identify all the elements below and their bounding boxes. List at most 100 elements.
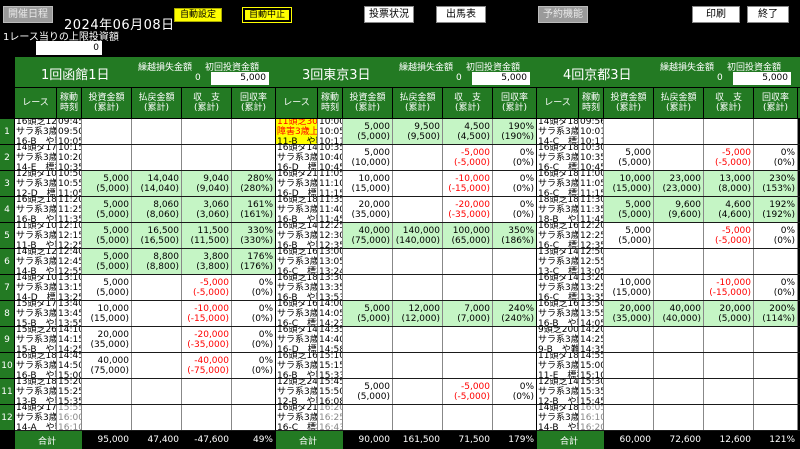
race-row[interactable]: 13頭ダ1400サラ系3歳13-C 標準12:5012:5513:05 [537, 249, 800, 275]
race-row[interactable]: 16頭芝1400サラ系3歳16-B や難12:2512:3012:3540,00… [276, 223, 537, 249]
race-info[interactable]: 16頭芝1400サラ系3歳16-B や難 [276, 223, 318, 248]
race-row[interactable]: 16頭芝1600サラ系3歳上16-B や難15:1015:1515:33 [276, 353, 537, 379]
race-info[interactable]: 13頭芝1800サラ系3歳上13-B や難 [15, 379, 57, 404]
race-row[interactable]: 14頭芝1200サラ系3歳14-B や難12:4012:4512:555,000… [15, 249, 276, 275]
race-info[interactable]: 16頭芝1600サラ系3歳16-C 標準 [276, 249, 318, 274]
balance-value: 7,000 [464, 303, 490, 314]
race-row[interactable]: 16頭ダ1400サラ系3歳上16-D 標準14:3514:4014:58 [276, 327, 537, 353]
race-info[interactable]: 12頭ダ1000サラ系3歳12-D 標準 [15, 171, 57, 196]
payout-cell [654, 405, 704, 430]
race-row[interactable]: 16頭芝1600サラ系3歳16-C 標準12:2012:2512:355,000… [537, 223, 800, 249]
race-time: 12:15 [58, 230, 82, 241]
race-time: 11:45 [319, 214, 343, 223]
race-info[interactable]: 18頭芝1800サラ系3歳18-B や難 [537, 197, 579, 222]
race-info[interactable]: 15頭ダ1700サラ系3歳上15-B や難 [15, 301, 57, 326]
race-row[interactable]: 12頭芝1400サラ系3歳上12-B や難15:3015:3515:45 [537, 379, 800, 405]
race-row[interactable]: 11頭ダ1800サラ系3歳上11-E 標準14:5515:0015:10 [537, 353, 800, 379]
exit-button[interactable]: 終了 [747, 6, 789, 23]
race-info[interactable]: 16頭ダ1600サラ系3歳上16-C 標準 [276, 301, 318, 326]
init-input[interactable]: 5,000 [733, 72, 791, 85]
race-row[interactable]: 16頭ダ1600サラ系3歳上16-C 標準14:0014:0514:235,00… [276, 301, 537, 327]
race-info[interactable]: 14頭ダ1800サラ系3歳上14-B や難 [537, 405, 579, 430]
race-info[interactable]: 16頭芝1600サラ系3歳上16-B や難 [276, 353, 318, 378]
race-row[interactable]: 14頭ダ1800サラ系3歳14-C 標準09:5610:0110:11 [537, 119, 800, 145]
race-row[interactable]: 16頭芝1600サラ系3歳上16-B や難13:5013:5514:0520,0… [537, 301, 800, 327]
race-info[interactable]: 16頭芝1600サラ系3歳上16-B や難 [537, 301, 579, 326]
race-info[interactable]: 16頭芝1200サラ系3歳16-B や難 [15, 119, 57, 144]
race-row[interactable]: 16頭ダ2100サラ系3歳上16-C 標準16:2016:2516:43 [276, 405, 537, 431]
race-info[interactable]: 16頭芝1800サラ系3歳16-B や難 [15, 197, 57, 222]
race-row[interactable]: 16頭芝1800サラ系3歳16-B や難11:3511:4011:4520,00… [276, 197, 537, 223]
race-row[interactable]: 11頭ダ1000サラ系3歳11-B や難12:1012:1512:255,000… [15, 223, 276, 249]
race-info[interactable]: 16頭芝1800サラ系3歳16-B や難 [276, 197, 318, 222]
race-info-line: 13-B や難 [16, 396, 56, 405]
race-row[interactable]: 9頭芝2000サラ系3歳上9-B や難14:2014:2514:35 [537, 327, 800, 353]
return-rate-value: (0%) [251, 339, 273, 350]
invest-cell [604, 119, 654, 144]
print-button[interactable]: 印刷 [692, 6, 740, 23]
race-time: 13:30 [319, 275, 343, 283]
race-info[interactable]: 14頭ダ1800サラ系3歳14-C 標準 [537, 119, 579, 144]
race-row[interactable]: 16頭芝1600サラ系3歳16-C 標準13:0013:0513:24 [276, 249, 537, 275]
race-row[interactable]: 16頭芝1800サラ系3歳上16-B や難13:3013:3513:53 [276, 275, 537, 301]
race-row[interactable]: 16頭芝1800サラ系3歳上16-B や難14:4514:5015:0040,0… [15, 353, 276, 379]
race-info[interactable]: 14頭ダ1700サラ系3歳上14-A や難 [15, 405, 57, 430]
entries-button[interactable]: 出馬表 [436, 6, 486, 23]
race-row[interactable]: 13頭芝1800サラ系3歳上13-B や難15:2015:2515:35 [15, 379, 276, 405]
vote-status-button[interactable]: 投票状況 [364, 6, 414, 23]
race-info-line: 16頭ダ1800 [538, 171, 579, 179]
auto-set-button[interactable]: 自動設定 [174, 8, 222, 22]
race-info[interactable]: 16頭ダ2100サラ系3歳16-D 標準 [276, 171, 318, 196]
race-info[interactable]: 14頭ダ1700サラ系3歳14-E 標準 [15, 145, 57, 170]
race-info[interactable]: 14頭ダ1000サラ系3歳上14-D 標準 [15, 275, 57, 300]
row-number-column: 1 2 3 4 5 6 7 8 9 10 11 12 [0, 57, 14, 449]
init-input[interactable]: 5,000 [211, 72, 269, 85]
auto-stop-button[interactable]: 自動中止 [242, 7, 292, 23]
race-row[interactable]: 16頭芝1200サラ系3歳16-B や難09:4509:5010:05 [15, 119, 276, 145]
race-info[interactable]: 16頭芝1800サラ系3歳上16-B や難 [276, 275, 318, 300]
race-row[interactable]: 16頭ダ1800サラ系3歳16-C 標準11:0011:0511:1510,00… [537, 171, 800, 197]
race-row[interactable]: 12頭ダ1000サラ系3歳12-D 標準10:5010:5511:055,000… [15, 171, 276, 197]
race-row[interactable]: 14頭ダ1800サラ系3歳上14-B や難16:0516:1016:20 [537, 405, 800, 431]
race-info[interactable]: 16頭ダ1400サラ系3歳16-D 標準 [276, 145, 318, 170]
race-info[interactable]: 16頭ダ1800サラ系3歳16-C 標準 [537, 171, 579, 196]
race-row[interactable]: 16頭ダ1400サラ系3歳上16-C 標準13:2013:2513:3510,0… [537, 275, 800, 301]
race-time: 13:55 [580, 308, 604, 319]
init-input[interactable]: 5,000 [472, 72, 530, 85]
limit-input[interactable]: 0 [36, 41, 102, 55]
column-header-row: レース 稼動 時刻 投資金額 (累計) 払戻金額 (累計) 収 支 (累計) 回収率 (累… [537, 88, 800, 119]
race-row[interactable]: 18頭芝1800サラ系3歳18-B や難11:3011:3511:455,000… [537, 197, 800, 223]
race-info[interactable]: 11頭ダ1800サラ系3歳上11-E 標準 [537, 353, 579, 378]
race-row[interactable]: 11頭芝3000障害3歳上11-B や難10:0010:0510:115,000… [276, 119, 537, 145]
race-row[interactable]: 16頭ダ1400サラ系3歳16-D 標準10:3510:4010:455,000… [276, 145, 537, 171]
race-info[interactable]: 9頭芝2000サラ系3歳上9-B や難 [537, 327, 579, 352]
race-info[interactable]: 16頭ダ1400サラ系3歳上16-C 標準 [537, 275, 579, 300]
race-info[interactable]: 16頭芝1800サラ系3歳上16-B や難 [15, 353, 57, 378]
race-info[interactable]: 16頭ダ1800サラ系3歳16-C 標準 [537, 145, 579, 170]
race-row[interactable]: 14頭ダ1700サラ系3歳14-E 標準10:1510:2010:35 [15, 145, 276, 171]
race-info[interactable]: 16頭芝1600サラ系3歳16-C 標準 [537, 223, 579, 248]
race-info[interactable]: 14頭芝1200サラ系3歳14-B や難 [15, 249, 57, 274]
race-info[interactable]: 15頭芝2600サラ系3歳上15-B や難 [15, 327, 57, 352]
race-info[interactable]: 12頭芝1400サラ系3歳上12-B や難 [537, 379, 579, 404]
race-row[interactable]: 14頭ダ1700サラ系3歳上14-A や難15:5516:0016:10 [15, 405, 276, 431]
payout-cell: 9,500 (9,500) [393, 119, 443, 144]
race-info[interactable]: 12頭芝2400サラ系3歳上12-B や難 [276, 379, 318, 404]
race-row[interactable]: 12頭芝2400サラ系3歳上12-B や難15:4515:5016:085,00… [276, 379, 537, 405]
race-row[interactable]: 15頭芝2600サラ系3歳上15-B や難14:1014:1514:2520,0… [15, 327, 276, 353]
race-info-line: 14頭ダ1700 [16, 145, 57, 153]
race-row[interactable]: 14頭ダ1000サラ系3歳上14-D 標準13:1013:1513:255,00… [15, 275, 276, 301]
race-info[interactable]: 16頭ダ1400サラ系3歳上16-D 標準 [276, 327, 318, 352]
race-info[interactable]: 11頭ダ1000サラ系3歳11-B や難 [15, 223, 57, 248]
race-row[interactable]: 16頭芝1800サラ系3歳16-B や難11:2011:2511:355,000… [15, 197, 276, 223]
race-info[interactable]: 16頭ダ2100サラ系3歳上16-C 標準 [276, 405, 318, 430]
race-info[interactable]: 11頭芝3000障害3歳上11-B や難 [276, 119, 318, 144]
reserve-button[interactable]: 予約機能 [538, 6, 588, 23]
race-info[interactable]: 13頭ダ1400サラ系3歳13-C 標準 [537, 249, 579, 274]
schedule-button[interactable]: 開催日程 [3, 6, 53, 23]
race-row[interactable]: 16頭ダ2100サラ系3歳16-D 標準11:0511:1011:1510,00… [276, 171, 537, 197]
race-info-line: 16-C 標準 [538, 188, 578, 197]
race-row[interactable]: 16頭ダ1800サラ系3歳16-C 標準10:3010:3510:455,000… [537, 145, 800, 171]
balance-value: (65,000) [451, 235, 490, 246]
race-row[interactable]: 15頭ダ1700サラ系3歳上15-B や難13:4013:4513:5510,0… [15, 301, 276, 327]
